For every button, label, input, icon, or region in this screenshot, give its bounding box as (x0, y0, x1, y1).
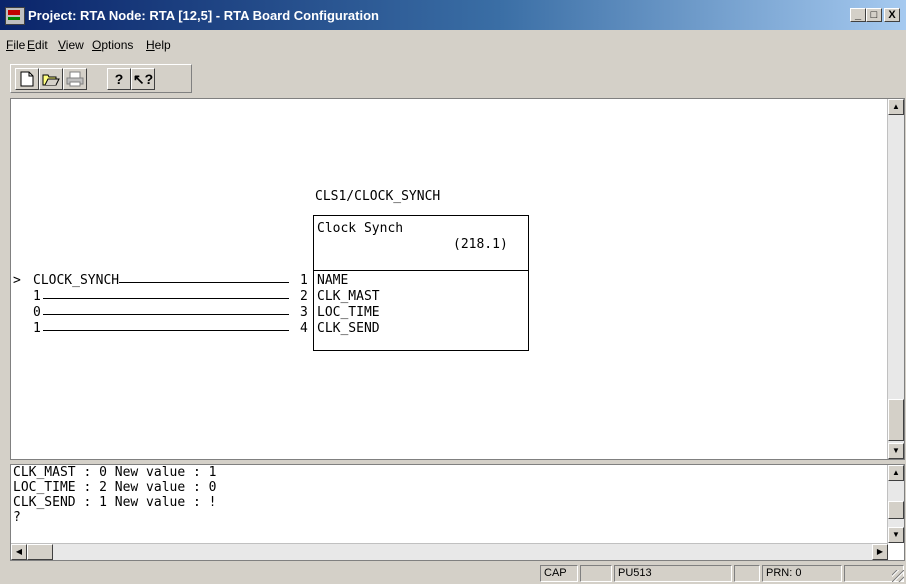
status-bar: CAP PU513 PRN: 0 (0, 563, 906, 584)
print-icon (66, 71, 84, 87)
window-title: Project: RTA Node: RTA [12,5] - RTA Boar… (28, 8, 379, 23)
block-divider (313, 270, 529, 271)
scroll-up-button[interactable]: ▲ (888, 465, 904, 481)
input-value-loc-time[interactable]: 0 (33, 305, 41, 320)
arrow-down-icon: ▼ (892, 446, 900, 455)
pin-name: LOC_TIME (317, 305, 380, 320)
scroll-down-button[interactable]: ▼ (888, 443, 904, 459)
status-cap: CAP (540, 565, 578, 582)
arrow-up-icon: ▲ (892, 468, 900, 477)
console-prompt: ? (13, 510, 21, 525)
input-wire (43, 330, 289, 331)
print-button[interactable] (63, 68, 87, 90)
context-help-button[interactable]: ↖? (131, 68, 155, 90)
pin-name: CLK_MAST (317, 289, 380, 304)
menu-help[interactable]: Help (146, 38, 171, 52)
input-value-name[interactable]: CLOCK_SYNCH (33, 273, 119, 288)
input-wire (43, 298, 289, 299)
console-line: CLK_MAST : 0 New value : 1 (13, 465, 217, 480)
menu-file[interactable]: File (6, 38, 25, 52)
open-button[interactable] (39, 68, 63, 90)
input-wire (119, 282, 289, 283)
menu-edit[interactable]: Edit (27, 38, 48, 52)
arrow-down-icon: ▼ (892, 530, 900, 539)
block-instance-label: CLS1/CLOCK_SYNCH (315, 189, 441, 204)
status-prn: PRN: 0 (762, 565, 842, 582)
console-vertical-scrollbar[interactable]: ▲ ▼ (887, 465, 904, 543)
input-wire (43, 314, 289, 315)
input-value-clk-send[interactable]: 1 (33, 321, 41, 336)
status-blank-2 (734, 565, 760, 582)
open-folder-icon (42, 74, 60, 86)
pin-number: 1 (300, 273, 308, 288)
console-line: LOC_TIME : 2 New value : 0 (13, 480, 217, 495)
pin-number: 4 (300, 321, 308, 336)
scroll-thumb[interactable] (888, 501, 904, 519)
minimize-button[interactable]: _ (850, 8, 866, 22)
help-button[interactable]: ? (107, 68, 131, 90)
pin-number: 2 (300, 289, 308, 304)
menu-bar: File Edit View Options Help (0, 32, 906, 56)
resize-grip-icon[interactable] (892, 570, 904, 582)
app-icon[interactable] (5, 7, 25, 25)
scroll-down-button[interactable]: ▼ (888, 527, 904, 543)
pin-number: 3 (300, 305, 308, 320)
close-button[interactable]: X (884, 8, 900, 22)
scroll-up-button[interactable]: ▲ (888, 99, 904, 115)
console-horizontal-scrollbar[interactable]: ◀ ▶ (11, 543, 888, 560)
menu-options[interactable]: Options (92, 38, 133, 52)
block-title: Clock Synch (317, 221, 404, 236)
maximize-button[interactable]: □ (866, 8, 882, 22)
menu-view[interactable]: View (58, 38, 84, 52)
context-help-icon: ↖? (132, 71, 154, 87)
new-document-icon (20, 71, 34, 87)
status-unit: PU513 (614, 565, 732, 582)
console-panel[interactable]: CLK_MAST : 0 New value : 1 LOC_TIME : 2 … (10, 464, 905, 561)
scroll-right-button[interactable]: ▶ (872, 544, 888, 560)
toolbar: ? ↖? (10, 64, 192, 93)
status-blank-1 (580, 565, 612, 582)
console-line: CLK_SEND : 1 New value : ! (13, 495, 217, 510)
selection-marker: > (13, 273, 21, 288)
arrow-up-icon: ▲ (892, 102, 900, 111)
new-document-button[interactable] (15, 68, 39, 90)
title-bar[interactable]: Project: RTA Node: RTA [12,5] - RTA Boar… (0, 0, 906, 30)
scroll-thumb[interactable] (27, 544, 53, 560)
arrow-right-icon: ▶ (876, 547, 884, 556)
canvas-vertical-scrollbar[interactable]: ▲ ▼ (887, 99, 904, 459)
scroll-thumb[interactable] (888, 399, 904, 441)
help-icon: ? (114, 71, 124, 87)
pin-name: CLK_SEND (317, 321, 380, 336)
pin-name: NAME (317, 273, 349, 288)
diagram-canvas[interactable]: CLS1/CLOCK_SYNCH Clock Synch (218.1) > C… (10, 98, 905, 460)
block-number: (218.1) (453, 237, 508, 252)
scroll-left-button[interactable]: ◀ (11, 544, 27, 560)
input-value-clk-mast[interactable]: 1 (33, 289, 41, 304)
arrow-left-icon: ◀ (15, 547, 23, 556)
